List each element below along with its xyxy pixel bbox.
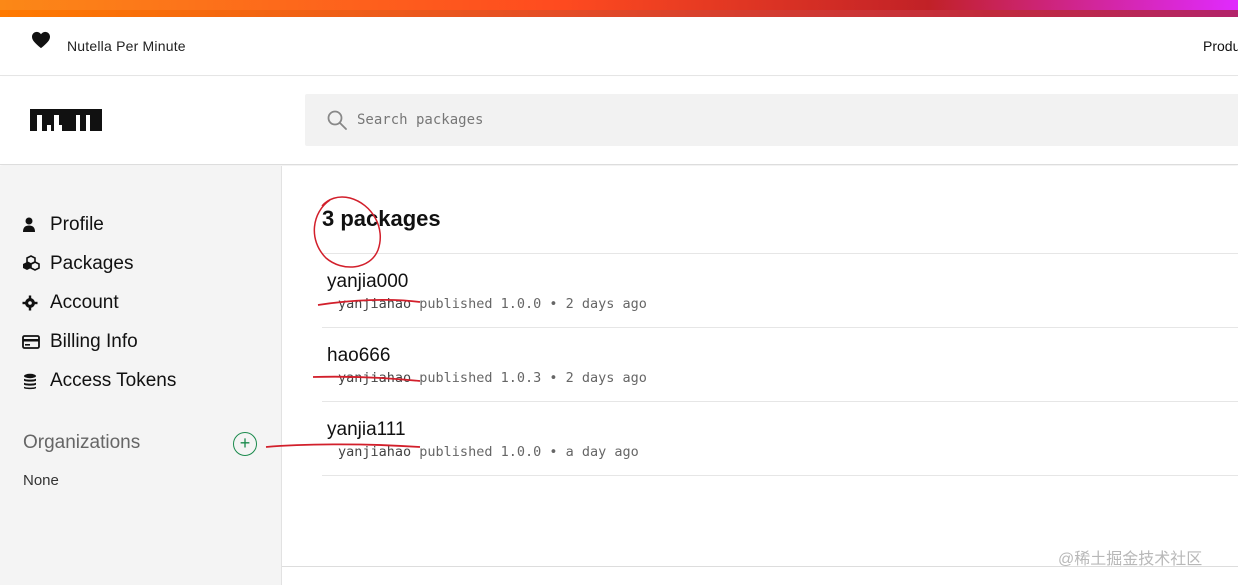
package-meta: yanjiahao published 1.0.0 • a day ago xyxy=(338,444,639,460)
publisher-link[interactable]: yanjiahao xyxy=(338,296,411,312)
sidebar-item-label: Access Tokens xyxy=(50,370,177,391)
publish-info: published 1.0.0 • a day ago xyxy=(419,444,639,460)
package-name-link[interactable]: yanjia000 xyxy=(327,271,408,293)
npm-logo[interactable] xyxy=(30,109,102,133)
sidebar-item-billing-info[interactable]: Billing Info xyxy=(22,328,138,356)
package-meta: yanjiahao published 1.0.0 • 2 days ago xyxy=(338,296,647,312)
sidebar-item-label: Billing Info xyxy=(50,331,138,352)
organizations-empty-text: None xyxy=(23,472,59,489)
sidebar-item-label: Profile xyxy=(50,214,104,235)
list-item: yanjia000 yanjiahao published 1.0.0 • 2 … xyxy=(322,254,1238,328)
add-organization-button[interactable]: + xyxy=(233,432,257,456)
sidebar-item-label: Account xyxy=(50,292,119,313)
package-name-link[interactable]: yanjia111 xyxy=(327,419,406,441)
top-banner: Nutella Per Minute Produ xyxy=(0,17,1238,76)
package-list: yanjia000 yanjiahao published 1.0.0 • 2 … xyxy=(322,253,1238,476)
publisher-link[interactable]: yanjiahao xyxy=(338,444,411,460)
sidebar: Profile Packages Account Billing Info Ac… xyxy=(0,166,282,585)
coins-icon xyxy=(24,373,36,390)
user-icon xyxy=(23,217,35,232)
sidebar-item-account[interactable]: Account xyxy=(22,289,119,317)
sidebar-item-access-tokens[interactable]: Access Tokens xyxy=(22,367,176,395)
package-count-heading: 3 packages xyxy=(322,206,441,231)
banner-title[interactable]: Nutella Per Minute xyxy=(67,38,186,54)
gear-icon xyxy=(22,295,38,311)
package-meta: yanjiahao published 1.0.3 • 2 days ago xyxy=(338,370,647,386)
sidebar-item-label: Packages xyxy=(50,253,134,274)
brand-gradient-stripe xyxy=(0,0,1238,17)
brand-gradient-stripe-lower xyxy=(0,10,1238,17)
organizations-heading: Organizations xyxy=(23,432,141,453)
package-name-link[interactable]: hao666 xyxy=(327,345,390,367)
credit-card-icon xyxy=(22,335,40,349)
watermark: @稀土掘金技术社区 xyxy=(1058,551,1203,568)
main-content: 3 packages yanjia000 yanjiahao published… xyxy=(282,166,1238,585)
heart-icon[interactable] xyxy=(31,31,51,49)
banner-nav-link[interactable]: Produ xyxy=(1203,38,1238,54)
site-header xyxy=(0,77,1238,165)
packages-icon xyxy=(23,255,40,271)
list-item: yanjia111 yanjiahao published 1.0.0 • a … xyxy=(322,402,1238,476)
publisher-link[interactable]: yanjiahao xyxy=(338,370,411,386)
search-box[interactable] xyxy=(305,94,1238,146)
publish-info: published 1.0.3 • 2 days ago xyxy=(419,370,647,386)
search-icon xyxy=(327,110,347,130)
list-item: hao666 yanjiahao published 1.0.3 • 2 day… xyxy=(322,328,1238,402)
sidebar-item-profile[interactable]: Profile xyxy=(22,211,104,239)
publish-info: published 1.0.0 • 2 days ago xyxy=(419,296,647,312)
sidebar-item-packages[interactable]: Packages xyxy=(22,250,133,278)
search-input[interactable] xyxy=(357,94,957,146)
